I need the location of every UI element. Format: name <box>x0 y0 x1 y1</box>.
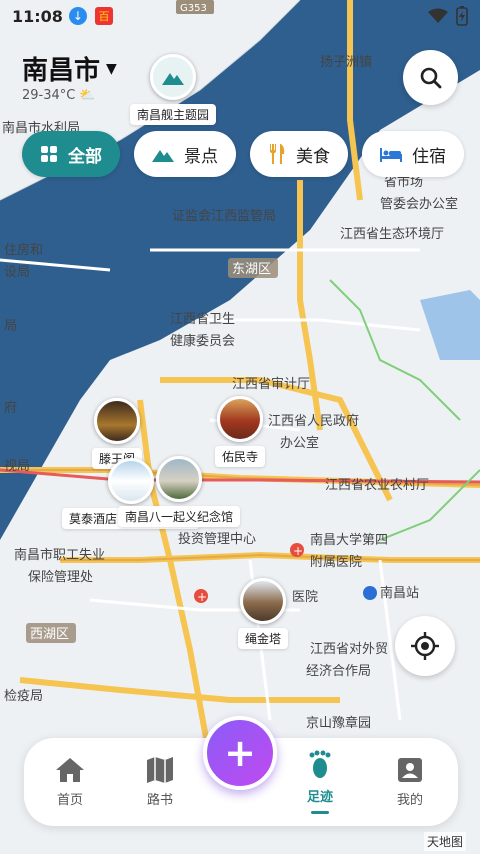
active-indicator <box>311 811 329 814</box>
weather-temp: 29-34°C <box>22 88 76 103</box>
add-button[interactable]: + <box>203 716 277 790</box>
chip-label: 全部 <box>68 146 102 167</box>
map-label: 江西省生态环境厅 <box>340 227 444 242</box>
map-label: 设局 <box>4 265 30 280</box>
map-label: 检疫局 <box>4 688 43 704</box>
station-marker <box>363 586 377 600</box>
map-label: 江西省对外贸 <box>310 642 388 657</box>
map-label: 保险管理处 <box>28 570 93 585</box>
map-label: 视局 <box>4 459 30 474</box>
poi-marker[interactable]: 绳金塔 <box>238 578 289 649</box>
partly-cloudy-icon: ⛅ <box>79 88 96 103</box>
map-label: 管委会办公室 <box>380 196 458 212</box>
poi-marker[interactable]: 南昌八一起义纪念馆 <box>118 456 241 527</box>
mountain-icon <box>162 73 184 85</box>
nav-label: 我的 <box>396 792 423 808</box>
home-icon <box>56 757 84 782</box>
footprint-icon <box>309 750 331 778</box>
nav-profile[interactable]: 我的 <box>370 738 450 826</box>
map-label: 健康委员会 <box>170 333 235 349</box>
map-label: 南昌站 <box>380 585 419 601</box>
download-icon: ↓ <box>68 7 87 25</box>
chip-lodging[interactable]: 住宿 <box>362 131 464 177</box>
map-attribution: 天地图 <box>424 832 467 851</box>
weather-info: 29-34°C ⛅ <box>22 88 96 103</box>
chip-label: 美食 <box>296 146 330 167</box>
map-label: 江西省人民政府 <box>268 414 359 429</box>
chip-label: 景点 <box>184 146 218 167</box>
map-label: 京山豫章园 <box>306 715 371 731</box>
map-label: 江西省农业农村厅 <box>325 478 429 493</box>
map-label: 住房和 <box>4 242 43 258</box>
status-time: 11:08 <box>12 6 63 26</box>
nav-footprint[interactable]: 足迹 <box>280 738 360 826</box>
city-name: 南昌市 <box>22 56 101 86</box>
nav-label: 足迹 <box>306 790 333 805</box>
poi-label: 南昌舰主题园 <box>130 104 217 125</box>
hospital-marker: + <box>290 543 304 558</box>
chip-food[interactable]: 美食 <box>250 131 348 177</box>
crosshair-icon <box>411 632 439 660</box>
chip-attractions[interactable]: 景点 <box>134 131 236 177</box>
map-label: 南昌大学第四 <box>310 532 388 548</box>
nav-home[interactable]: 首页 <box>30 738 110 826</box>
nav-label: 首页 <box>56 792 83 808</box>
poi-thumbnail <box>94 398 140 444</box>
chevron-down-icon: ▼ <box>106 60 117 77</box>
map-label: 府 <box>4 401 17 416</box>
map-label: 江西省卫生 <box>170 312 235 327</box>
nav-roadbook[interactable]: 路书 <box>120 738 200 826</box>
district-label: 东湖区 <box>232 262 271 277</box>
search-button[interactable] <box>403 50 458 105</box>
mountain-icon <box>152 150 174 162</box>
map-label: 江西省审计厅 <box>232 377 310 392</box>
map-label: 办公室 <box>280 435 319 451</box>
district-label: 西湖区 <box>30 627 69 642</box>
poi-label: 绳金塔 <box>238 628 289 649</box>
map-label: 扬子洲镇 <box>320 55 372 70</box>
map-label: 局 <box>4 319 17 334</box>
map-label: 医院 <box>292 590 318 605</box>
profile-icon <box>398 757 422 782</box>
poi-thumbnail <box>156 456 202 502</box>
app-notification-icon: 百 <box>94 7 113 25</box>
svg-text:+: + <box>197 590 207 604</box>
map-label: 投资管理中心 <box>178 531 256 547</box>
fork-knife-icon <box>270 144 285 164</box>
map-label: 附属医院 <box>310 555 362 570</box>
plus-icon: + <box>224 731 256 775</box>
status-bar: 11:08 ↓ 百 <box>0 0 480 32</box>
city-selector[interactable]: 南昌市 ▼ <box>22 50 117 87</box>
nav-label: 路书 <box>146 792 173 808</box>
poi-marker[interactable]: 南昌舰主题园 <box>130 54 217 125</box>
battery-icon <box>456 6 468 26</box>
chip-all[interactable]: 全部 <box>22 131 120 177</box>
poi-label: 南昌八一起义纪念馆 <box>118 506 241 527</box>
grid-icon <box>41 146 57 162</box>
poi-thumbnail <box>240 578 286 624</box>
wifi-icon <box>428 8 448 23</box>
category-filter: 全部 景点 美食 住宿 <box>22 131 464 177</box>
poi-thumbnail <box>150 54 196 100</box>
search-icon <box>420 67 441 88</box>
chip-label: 住宿 <box>412 146 446 167</box>
locate-button[interactable] <box>395 616 455 676</box>
map-book-icon <box>147 756 173 783</box>
map-label: 经济合作局 <box>306 664 371 679</box>
svg-text:+: + <box>293 544 303 558</box>
bed-icon <box>380 148 402 162</box>
map-label: 证监会江西监管局 <box>172 209 276 224</box>
hospital-marker: + <box>194 589 208 604</box>
poi-thumbnail <box>217 396 263 442</box>
map-label: 南昌市职工失业 <box>14 547 105 563</box>
